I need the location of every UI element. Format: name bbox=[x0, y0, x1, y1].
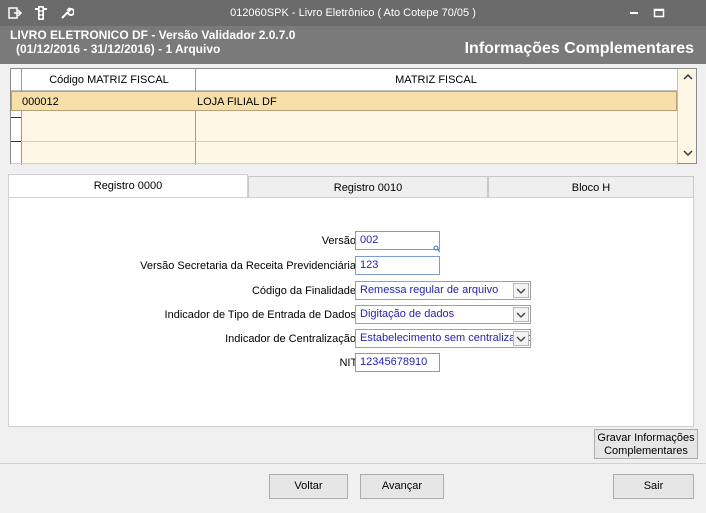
app-header: LIVRO ELETRONICO DF - Versão Validador 2… bbox=[0, 26, 706, 64]
divider bbox=[0, 463, 706, 464]
scroll-up-icon[interactable] bbox=[681, 73, 695, 85]
avancar-button[interactable]: Avançar bbox=[360, 474, 444, 499]
scroll-down-icon[interactable] bbox=[681, 149, 695, 161]
window-title: 012060SPK - Livro Eletrônico ( Ato Cotep… bbox=[230, 7, 476, 19]
cell-matriz: LOJA FILIAL DF bbox=[197, 96, 277, 108]
tab-bloco-h[interactable]: Bloco H bbox=[488, 176, 694, 199]
finalidade-value: Remessa regular de arquivo bbox=[360, 284, 499, 296]
title-bar: 012060SPK - Livro Eletrônico ( Ato Cotep… bbox=[0, 0, 706, 26]
finalidade-select[interactable]: Remessa regular de arquivo bbox=[355, 281, 531, 300]
matriz-grid[interactable]: Código MATRIZ FISCAL MATRIZ FISCAL 00001… bbox=[10, 68, 697, 165]
chevron-down-icon[interactable] bbox=[513, 307, 529, 322]
finalidade-label: Código da Finalidade: bbox=[251, 285, 359, 297]
tipo-entrada-select[interactable]: Digitação de dados bbox=[355, 305, 531, 324]
versao-field[interactable]: 002 bbox=[355, 231, 440, 250]
centralizacao-label: Indicador de Centralização: bbox=[225, 333, 359, 345]
sair-button[interactable]: Sair bbox=[613, 474, 694, 499]
centralizacao-select[interactable]: Estabelecimento sem centralização bbox=[355, 329, 531, 348]
minimize-icon[interactable] bbox=[628, 7, 640, 19]
grid-header-row: Código MATRIZ FISCAL MATRIZ FISCAL bbox=[11, 69, 677, 91]
versao-srp-label: Versão Secretaria da Receita Previdenciá… bbox=[140, 260, 359, 272]
gravar-button[interactable]: Gravar Informações Complementares bbox=[594, 429, 698, 459]
centralizacao-value: Estabelecimento sem centralização bbox=[360, 332, 531, 344]
search-icon[interactable] bbox=[433, 244, 441, 256]
gravar-label-line2: Complementares bbox=[604, 445, 688, 457]
header-version-line: LIVRO ELETRONICO DF - Versão Validador 2… bbox=[10, 28, 296, 42]
table-row[interactable]: 000012 LOJA FILIAL DF bbox=[11, 91, 677, 111]
column-header-matriz[interactable]: MATRIZ FISCAL bbox=[195, 74, 677, 86]
section-title: Informações Complementares bbox=[464, 40, 694, 57]
voltar-button[interactable]: Voltar bbox=[269, 474, 348, 499]
tab-panel-registro-0000: Versão: 002 Versão Secretaria da Receita… bbox=[8, 197, 694, 427]
column-header-codigo[interactable]: Código MATRIZ FISCAL bbox=[23, 74, 195, 86]
versao-label: Versão: bbox=[321, 235, 359, 247]
cell-codigo: 000012 bbox=[22, 96, 59, 108]
tipo-entrada-value: Digitação de dados bbox=[360, 308, 455, 320]
nit-field[interactable]: 12345678910 bbox=[355, 353, 440, 372]
chevron-down-icon[interactable] bbox=[513, 331, 529, 346]
nit-label: NIT: bbox=[339, 357, 359, 369]
tipo-entrada-label: Indicador de Tipo de Entrada de Dados: bbox=[164, 309, 359, 321]
versao-srp-field[interactable]: 123 bbox=[355, 256, 440, 275]
gravar-label-line1: Gravar Informações bbox=[597, 432, 695, 444]
chevron-down-icon[interactable] bbox=[513, 283, 529, 298]
tab-registro-0010[interactable]: Registro 0010 bbox=[248, 176, 488, 199]
maximize-icon[interactable] bbox=[653, 7, 665, 19]
header-period-line: (01/12/2016 - 31/12/2016) - 1 Arquivo bbox=[16, 42, 221, 56]
